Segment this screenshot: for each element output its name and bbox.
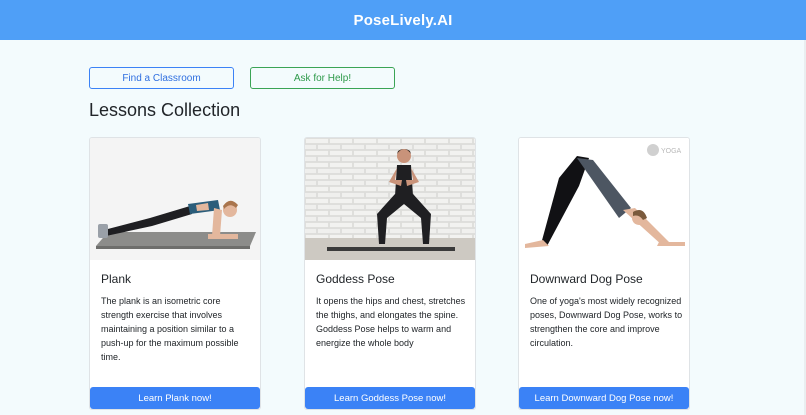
- card-description: The plank is an isometric core strength …: [101, 296, 239, 362]
- lesson-card-downward-dog: YOGA Downward Dog Pose One of yoga's mos…: [518, 137, 690, 410]
- ask-help-button[interactable]: Ask for Help!: [250, 67, 395, 89]
- downward-dog-pose-image: YOGA: [519, 138, 689, 260]
- find-classroom-button[interactable]: Find a Classroom: [89, 67, 234, 89]
- lesson-card-goddess: Goddess Pose It opens the hips and chest…: [304, 137, 476, 410]
- card-title: Downward Dog Pose: [530, 272, 643, 286]
- card-title: Goddess Pose: [316, 272, 395, 286]
- learn-plank-button[interactable]: Learn Plank now!: [90, 387, 260, 409]
- yoga-watermark: YOGA: [661, 148, 682, 155]
- section-title: Lessons Collection: [89, 100, 241, 120]
- brand-title[interactable]: PoseLively.AI: [353, 12, 452, 29]
- card-description: One of yoga's most widely recognized pos…: [530, 296, 683, 348]
- card-description: It opens the hips and chest, stretches t…: [316, 296, 466, 348]
- learn-goddess-button[interactable]: Learn Goddess Pose now!: [305, 387, 475, 409]
- card-title: Plank: [101, 272, 132, 286]
- plank-pose-image: [90, 138, 260, 260]
- lesson-card-plank: Plank The plank is an isometric core str…: [89, 137, 261, 410]
- goddess-pose-image: [305, 138, 475, 260]
- learn-downward-dog-button[interactable]: Learn Downward Dog Pose now!: [519, 387, 689, 409]
- top-navbar: PoseLively.AI: [0, 0, 806, 40]
